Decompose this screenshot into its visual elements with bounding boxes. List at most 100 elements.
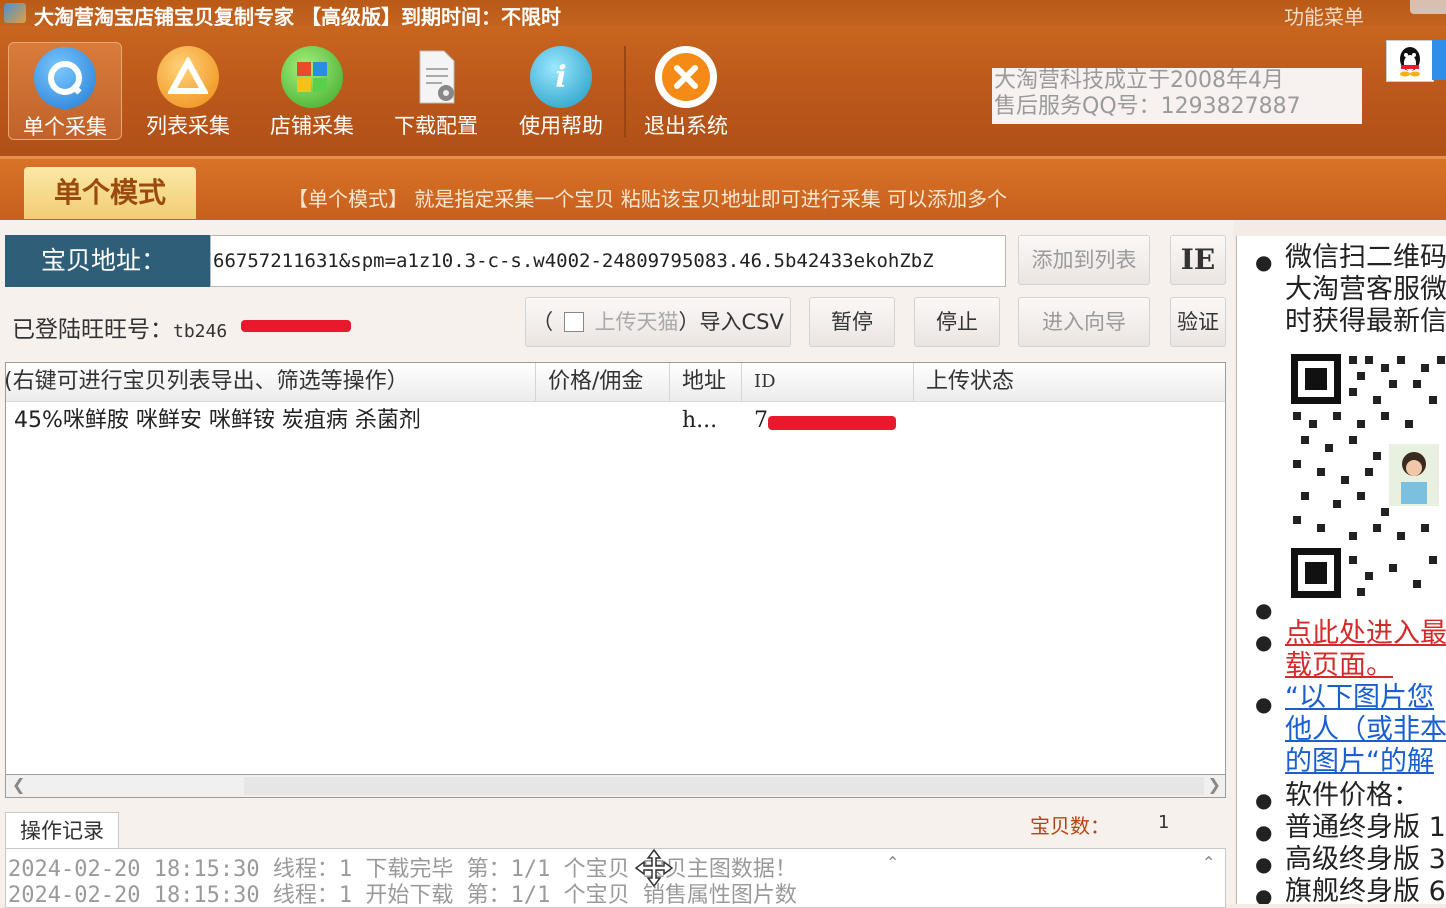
wechat-text: 时获得最新信: [1285, 306, 1446, 337]
account-row: 已登陆旺旺号：tb246: [12, 310, 227, 344]
wizard-button[interactable]: 进入向导: [1018, 297, 1150, 347]
document-gear-icon: [405, 46, 467, 108]
column-header-status[interactable]: 上传状态: [914, 363, 1225, 401]
wechat-qr-code: [1285, 348, 1446, 604]
qq-penguin-icon[interactable]: [1386, 40, 1434, 82]
toolbar-list-collect[interactable]: 列表采集: [132, 42, 244, 140]
ie-button[interactable]: IE: [1170, 235, 1226, 285]
mode-description: 【单个模式】 就是指定采集一个宝贝 粘贴该宝贝地址即可进行采集 可以添加多个: [288, 187, 1008, 211]
column-header-id[interactable]: ID: [742, 363, 914, 401]
bullet: ●: [1255, 692, 1273, 716]
toolbar-separator: [624, 46, 626, 138]
edition-name: 旗舰终身版: [1285, 876, 1420, 904]
item-count-label: 宝贝数：: [1030, 814, 1110, 838]
company-info-box: 大淘营科技成立于2008年4月 售后服务QQ号：1293827887: [992, 68, 1362, 124]
close-icon: [655, 46, 717, 108]
scroll-up-icon[interactable]: ⌃: [886, 853, 899, 872]
column-header-price[interactable]: 价格/佣金: [536, 363, 670, 401]
toolbar-label: 店铺采集: [270, 114, 354, 138]
address-input[interactable]: 66757211631&spm=a1z10.3-c-s.w4002-248097…: [210, 235, 1006, 287]
verify-button[interactable]: 验证: [1170, 297, 1226, 347]
stop-button[interactable]: 停止: [914, 297, 1000, 347]
redaction-bar: [768, 416, 896, 430]
company-info-line2: 售后服务QQ号：1293827887: [994, 94, 1301, 119]
edition-item: 旗舰终身版 6: [1285, 876, 1446, 904]
main-toolbar: 单个采集 列表采集 店铺采集 下载配置 i 使用帮助 退出系统 大淘营科技成立于…: [0, 26, 1446, 156]
bullet: ●: [1255, 820, 1273, 844]
download-page-link[interactable]: 载页面。: [1285, 650, 1393, 682]
store-icon: [281, 46, 343, 108]
toolbar-label: 列表采集: [146, 114, 230, 138]
table-row[interactable]: 45%咪鲜胺 咪鲜安 咪鲜铵 炭疽病 杀菌剂 h... 7: [6, 405, 1225, 437]
edition-item: 普通终身版 1: [1285, 812, 1446, 844]
row-address: h...: [682, 408, 718, 433]
tab-operation-log[interactable]: 操作记录: [5, 812, 119, 849]
price-title: 软件价格：: [1285, 780, 1420, 811]
column-header-address[interactable]: 地址: [670, 363, 742, 401]
bullet: ●: [1255, 250, 1273, 274]
search-icon: [34, 47, 96, 109]
operation-log[interactable]: 2024-02-20 18:15:30 线程：1 下载完毕 第：1/1 个宝贝 …: [5, 848, 1226, 908]
main-panel: 宝贝地址： 66757211631&spm=a1z10.3-c-s.w4002-…: [0, 220, 1234, 908]
toolbar-label: 单个采集: [23, 115, 107, 139]
edition-price: 3: [1428, 844, 1446, 875]
log-line: 2024-02-20 18:15:30 线程：1 开始下载 第：1/1 个宝贝 …: [8, 883, 797, 908]
account-label: 已登陆旺旺号：: [12, 317, 173, 343]
tmall-label: 上传天猫: [594, 310, 679, 334]
column-header-title[interactable]: (右键可进行宝贝列表导出、筛选等操作）: [6, 363, 536, 401]
redaction-bar: [241, 320, 351, 332]
scroll-thumb[interactable]: [244, 777, 1204, 795]
toolbar-label: 下载配置: [394, 114, 478, 138]
title-bar: 大淘营淘宝店铺宝贝复制专家 【高级版】到期时间：不限时 功能菜单: [0, 0, 1446, 29]
tmall-open-paren: （: [532, 310, 554, 334]
toolbar-exit[interactable]: 退出系统: [630, 42, 742, 140]
scroll-right-icon[interactable]: ❯: [1208, 775, 1221, 794]
tmall-csv-import[interactable]: （ 上传天猫）导入CSV: [525, 297, 791, 347]
qq-side-strip: [1432, 40, 1446, 80]
bullet: ●: [1255, 884, 1273, 904]
row-title: 45%咪鲜胺 咪鲜安 咪鲜铵 炭疽病 杀菌剂: [14, 408, 421, 433]
info-sidebar: ● 微信扫二维码 大淘营客服微 时获得最新信 ● ● 点此处进入最 载页面。 ●…: [1236, 236, 1446, 904]
bullet: ●: [1255, 630, 1273, 654]
info-icon: i: [530, 46, 592, 108]
scroll-up-icon[interactable]: ⌃: [1202, 853, 1215, 872]
toolbar-label: 退出系统: [644, 114, 728, 138]
pause-button[interactable]: 暂停: [809, 297, 895, 347]
app-icon: [4, 3, 26, 23]
tab-single-mode[interactable]: 单个模式: [24, 167, 196, 219]
bullet: ●: [1255, 852, 1273, 876]
window-control[interactable]: [1410, 0, 1446, 14]
table-header: (右键可进行宝贝列表导出、筛选等操作） 价格/佣金 地址 ID 上传状态: [6, 363, 1225, 402]
edition-item: 高级终身版 3: [1285, 844, 1446, 876]
edition-price: 6: [1428, 876, 1446, 904]
item-count-value: 1: [1158, 812, 1170, 833]
horizontal-scrollbar[interactable]: ❮ ❯: [5, 774, 1226, 798]
import-csv-label: ）导入CSV: [678, 310, 784, 334]
wechat-text: 大淘营客服微: [1285, 274, 1446, 305]
toolbar-download-config[interactable]: 下载配置: [380, 42, 492, 140]
image-note-link[interactable]: 的图片“的解: [1285, 746, 1434, 778]
wechat-text: 微信扫二维码: [1285, 242, 1446, 273]
triangle-icon: [157, 46, 219, 108]
bullet: ●: [1255, 788, 1273, 812]
edition-name: 高级终身版: [1285, 844, 1420, 875]
toolbar-label: 使用帮助: [519, 114, 603, 138]
image-note-link[interactable]: 他人（或非本: [1285, 714, 1446, 746]
account-value: tb246: [173, 321, 228, 342]
image-note-link[interactable]: “以下图片您: [1285, 682, 1434, 714]
tmall-checkbox[interactable]: [563, 312, 584, 332]
move-cursor-icon: [634, 848, 674, 888]
address-label: 宝贝地址：: [5, 235, 211, 287]
product-list-table[interactable]: (右键可进行宝贝列表导出、筛选等操作） 价格/佣金 地址 ID 上传状态 45%…: [5, 362, 1226, 798]
edition-name: 普通终身版: [1285, 812, 1420, 843]
toolbar-single-collect[interactable]: 单个采集: [8, 42, 122, 140]
company-info-line1: 大淘营科技成立于2008年4月: [994, 68, 1284, 93]
add-to-list-button[interactable]: 添加到列表: [1018, 235, 1150, 285]
download-page-link[interactable]: 点此处进入最: [1285, 618, 1446, 650]
scroll-left-icon[interactable]: ❮: [12, 775, 25, 794]
toolbar-help[interactable]: i 使用帮助: [505, 42, 617, 140]
mode-bar: 单个模式 【单个模式】 就是指定采集一个宝贝 粘贴该宝贝地址即可进行采集 可以添…: [0, 156, 1446, 220]
toolbar-store-collect[interactable]: 店铺采集: [256, 42, 368, 140]
edition-price: 1: [1428, 812, 1446, 843]
bullet: ●: [1255, 598, 1273, 622]
